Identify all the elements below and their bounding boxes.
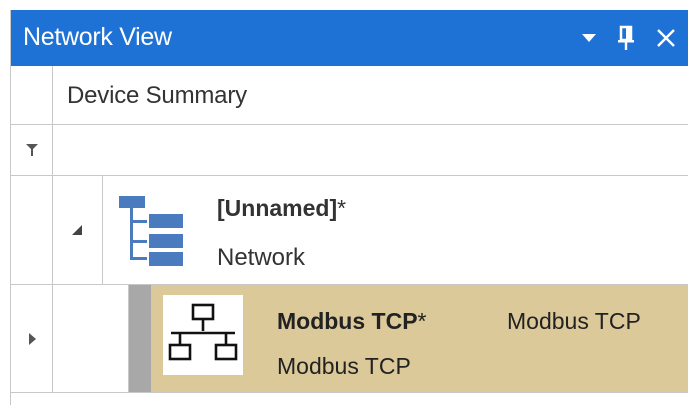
- network-view-panel: Network View Device Summary [Unnamed]* N…: [10, 10, 688, 405]
- network-subtitle: Network: [217, 244, 306, 271]
- selection-indicator-bar: [129, 285, 151, 392]
- network-tree-row[interactable]: [Unnamed]* Network: [11, 176, 688, 285]
- filter-row[interactable]: [11, 125, 688, 176]
- device-subtitle: Modbus TCP: [277, 353, 411, 379]
- row-header-gutter: [11, 66, 53, 124]
- row-gutter: [11, 176, 53, 284]
- device-name: Modbus TCP*: [277, 308, 427, 334]
- filter-icon[interactable]: [11, 125, 53, 175]
- panel-titlebar[interactable]: Network View: [11, 10, 688, 66]
- network-tree-icon: [115, 194, 187, 270]
- device-indent-cell: [52, 285, 129, 392]
- expanded-triangle-icon[interactable]: [52, 176, 103, 284]
- column-header-row: Device Summary: [11, 66, 688, 125]
- dropdown-triangle-icon[interactable]: [577, 10, 601, 66]
- device-tree-row[interactable]: Modbus TCP* Modbus TCP Modbus TCP: [11, 285, 688, 393]
- device-summary-column-header[interactable]: Device Summary: [67, 82, 247, 110]
- device-type: Modbus TCP: [507, 308, 641, 334]
- network-name: [Unnamed]*: [217, 195, 347, 221]
- pin-icon[interactable]: [615, 10, 637, 66]
- panel-title: Network View: [23, 23, 172, 51]
- row-arrow-icon: [11, 285, 53, 392]
- network-topology-icon: [163, 295, 243, 375]
- close-icon[interactable]: [653, 10, 679, 66]
- selected-device-item[interactable]: Modbus TCP* Modbus TCP Modbus TCP: [129, 285, 688, 392]
